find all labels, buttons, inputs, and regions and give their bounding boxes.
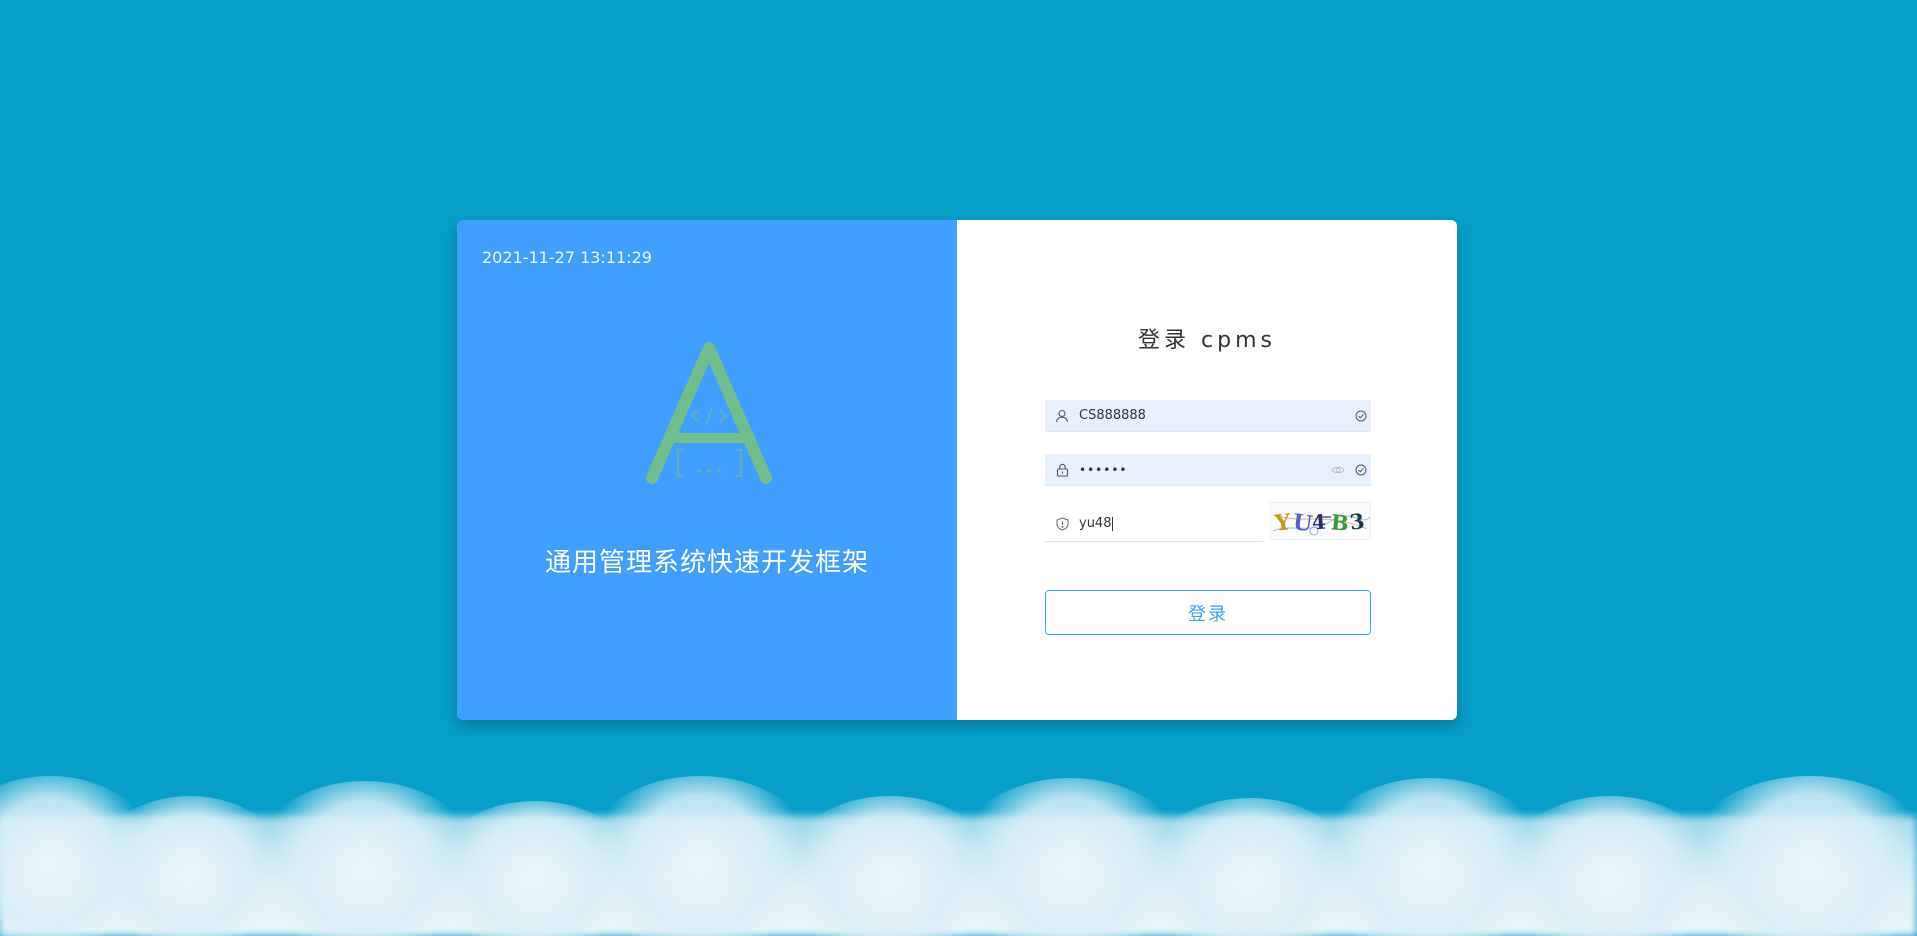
brand-panel: 2021-11-27 13:11:29 通用管理系统快速开发框架 — [457, 220, 957, 720]
username-valid-icon — [1351, 400, 1371, 431]
svg-text:4: 4 — [1311, 510, 1327, 535]
text-cursor — [1112, 516, 1114, 531]
login-form: 登录 cpms CS888888 •••••• yu48 Y U 4 B 3 登… — [957, 220, 1457, 720]
cloud-background — [0, 706, 1917, 936]
logo-icon — [646, 342, 772, 484]
username-field[interactable]: CS888888 — [1045, 400, 1371, 432]
captcha-image[interactable]: Y U 4 B 3 — [1270, 502, 1371, 540]
slogan: 通用管理系统快速开发框架 — [544, 548, 869, 578]
captcha-text: Y U 4 B 3 — [1273, 508, 1366, 537]
captcha-code-value[interactable]: yu48 — [1079, 516, 1263, 531]
login-card: 2021-11-27 13:11:29 通用管理系统快速开发框架 登录 cpms — [457, 220, 1457, 720]
username-value[interactable]: CS888888 — [1079, 408, 1351, 423]
svg-text:Y: Y — [1273, 509, 1293, 537]
eye-icon[interactable] — [1325, 454, 1351, 485]
lock-icon — [1045, 454, 1079, 485]
password-valid-icon — [1351, 454, 1371, 485]
password-field[interactable]: •••••• — [1045, 454, 1371, 486]
svg-text:B: B — [1330, 509, 1350, 535]
form-title: 登录 cpms — [1138, 328, 1276, 353]
user-icon — [1045, 400, 1079, 431]
captcha-code-field[interactable]: yu48 — [1045, 506, 1263, 542]
shield-icon — [1045, 506, 1079, 541]
login-button[interactable]: 登录 — [1045, 590, 1371, 635]
password-value[interactable]: •••••• — [1079, 463, 1325, 477]
current-datetime: 2021-11-27 13:11:29 — [482, 248, 652, 267]
svg-text:3: 3 — [1348, 508, 1366, 535]
